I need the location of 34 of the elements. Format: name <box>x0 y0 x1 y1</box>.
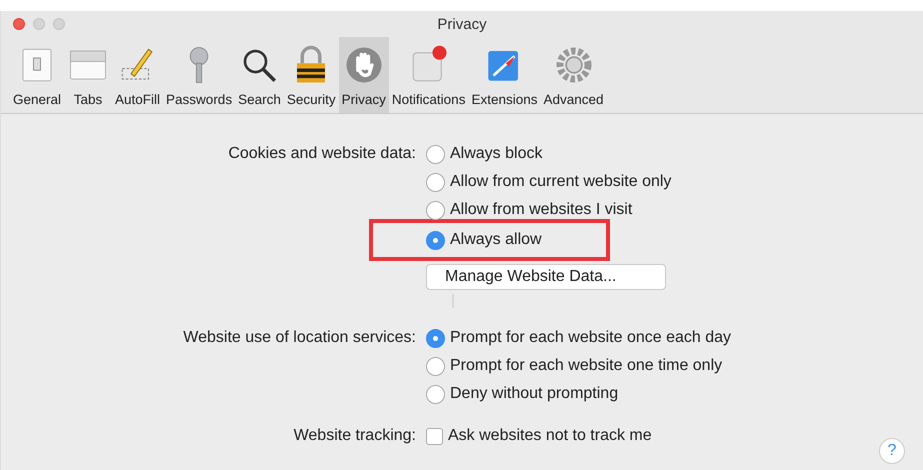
toolbar-tab[interactable]: Search <box>235 37 284 113</box>
close-button[interactable] <box>13 18 25 30</box>
toolbar-tab[interactable]: Advanced <box>540 37 607 113</box>
setting-label: Website tracking: <box>292 426 417 446</box>
radio-button[interactable] <box>426 200 445 220</box>
radio-button[interactable] <box>426 384 445 404</box>
minimize-button[interactable] <box>33 18 45 30</box>
manage-button[interactable]: Manage Website Data... <box>426 264 666 290</box>
window-title: Privacy <box>437 16 487 32</box>
toolbar-tab[interactable]: Extensions <box>468 37 540 113</box>
checkbox[interactable] <box>426 428 443 444</box>
option-label[interactable]: Always allow <box>450 231 542 249</box>
toolbar-tab[interactable]: General <box>10 37 64 113</box>
toolbar-tab[interactable]: Notifications <box>388 37 468 113</box>
option-label[interactable]: Ask websites not to track me <box>448 427 652 445</box>
zoom-button[interactable] <box>53 18 65 30</box>
toolbar-tab[interactable]: Passwords <box>163 37 236 113</box>
option-label[interactable]: Deny without prompting <box>450 385 618 403</box>
setting-label: Cookies and website data: <box>227 144 417 164</box>
option-label[interactable]: Allow from current website only <box>450 173 672 191</box>
option-label[interactable]: Always block <box>450 145 542 163</box>
toolbar-tab[interactable]: Security <box>284 37 339 113</box>
radio-button[interactable] <box>426 356 445 376</box>
radio-button[interactable] <box>426 172 445 192</box>
radio-button[interactable] <box>426 328 445 348</box>
option-label[interactable]: Prompt for each website one time only <box>450 357 722 375</box>
option-label[interactable]: Prompt for each website once each day <box>450 329 732 347</box>
radio-button[interactable] <box>426 144 445 164</box>
toolbar-tab[interactable]: Privacy <box>338 37 389 113</box>
toolbar-tab[interactable]: AutoFill <box>112 37 164 113</box>
option-label[interactable]: Allow from websites I visit <box>450 201 632 219</box>
radio-button[interactable] <box>426 230 445 250</box>
setting-label: Website use of location services: <box>182 328 417 348</box>
toolbar-tab[interactable]: Tabs <box>64 37 112 113</box>
